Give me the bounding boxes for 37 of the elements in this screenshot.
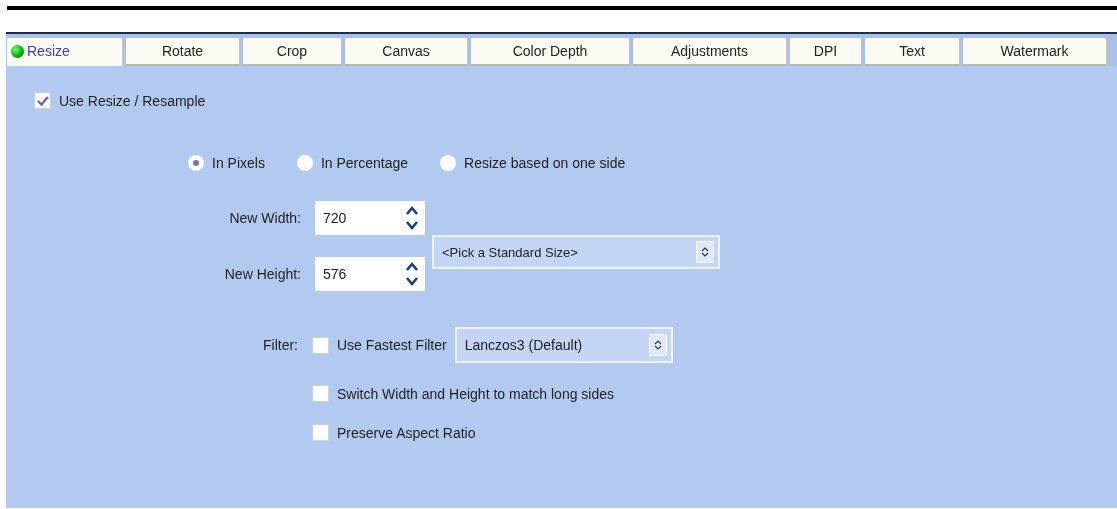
field-label: New Width: (229, 210, 301, 226)
radio-button[interactable] (296, 155, 313, 171)
tab[interactable]: Resize (7, 38, 123, 66)
radio-option[interactable]: In Pixels (188, 155, 265, 171)
tab[interactable]: Watermark (963, 38, 1107, 66)
radio-option[interactable]: In Percentage (296, 155, 409, 171)
spinner-arrows-icon[interactable] (405, 205, 419, 231)
radio-option[interactable]: Resize based on one side (440, 155, 626, 171)
checkbox[interactable] (312, 336, 329, 354)
number-field[interactable]: 720 (315, 201, 425, 235)
checkbox-label: Use Resize / Resample (59, 92, 206, 109)
dropdown-button[interactable] (696, 241, 714, 263)
updown-caret-icon (653, 340, 662, 350)
field-label: New Height: (224, 266, 301, 282)
tab[interactable]: Text (865, 38, 960, 66)
status-dot-icon (11, 44, 24, 58)
tab[interactable]: Adjustments (633, 38, 787, 66)
checkbox-label: Use Fastest Filter (337, 337, 447, 353)
field-label: Filter: (262, 337, 298, 353)
checkbox[interactable] (312, 424, 329, 441)
size-dropdown[interactable]: <Pick a Standard Size> (432, 235, 720, 269)
checkbox-label: Preserve Aspect Ratio (337, 424, 476, 441)
tab[interactable]: Canvas (345, 38, 468, 66)
number-field[interactable]: 576 (315, 257, 425, 291)
tab[interactable]: Rotate (126, 38, 240, 66)
dropdown-button[interactable] (648, 334, 667, 356)
filter-dropdown[interactable]: Lanczos3 (Default) (454, 327, 673, 363)
tab[interactable]: Color Depth (471, 38, 630, 66)
tab[interactable]: DPI (790, 38, 862, 66)
tab[interactable]: Crop (243, 38, 342, 66)
checkbox[interactable] (312, 385, 329, 402)
updown-caret-icon (701, 247, 709, 257)
checkbox-label: Switch Width and Height to match long sides (337, 385, 615, 402)
radio-button[interactable] (440, 155, 457, 171)
checkbox[interactable] (34, 92, 51, 109)
spinner-arrows-icon[interactable] (405, 261, 419, 287)
radio-button[interactable] (188, 155, 204, 171)
